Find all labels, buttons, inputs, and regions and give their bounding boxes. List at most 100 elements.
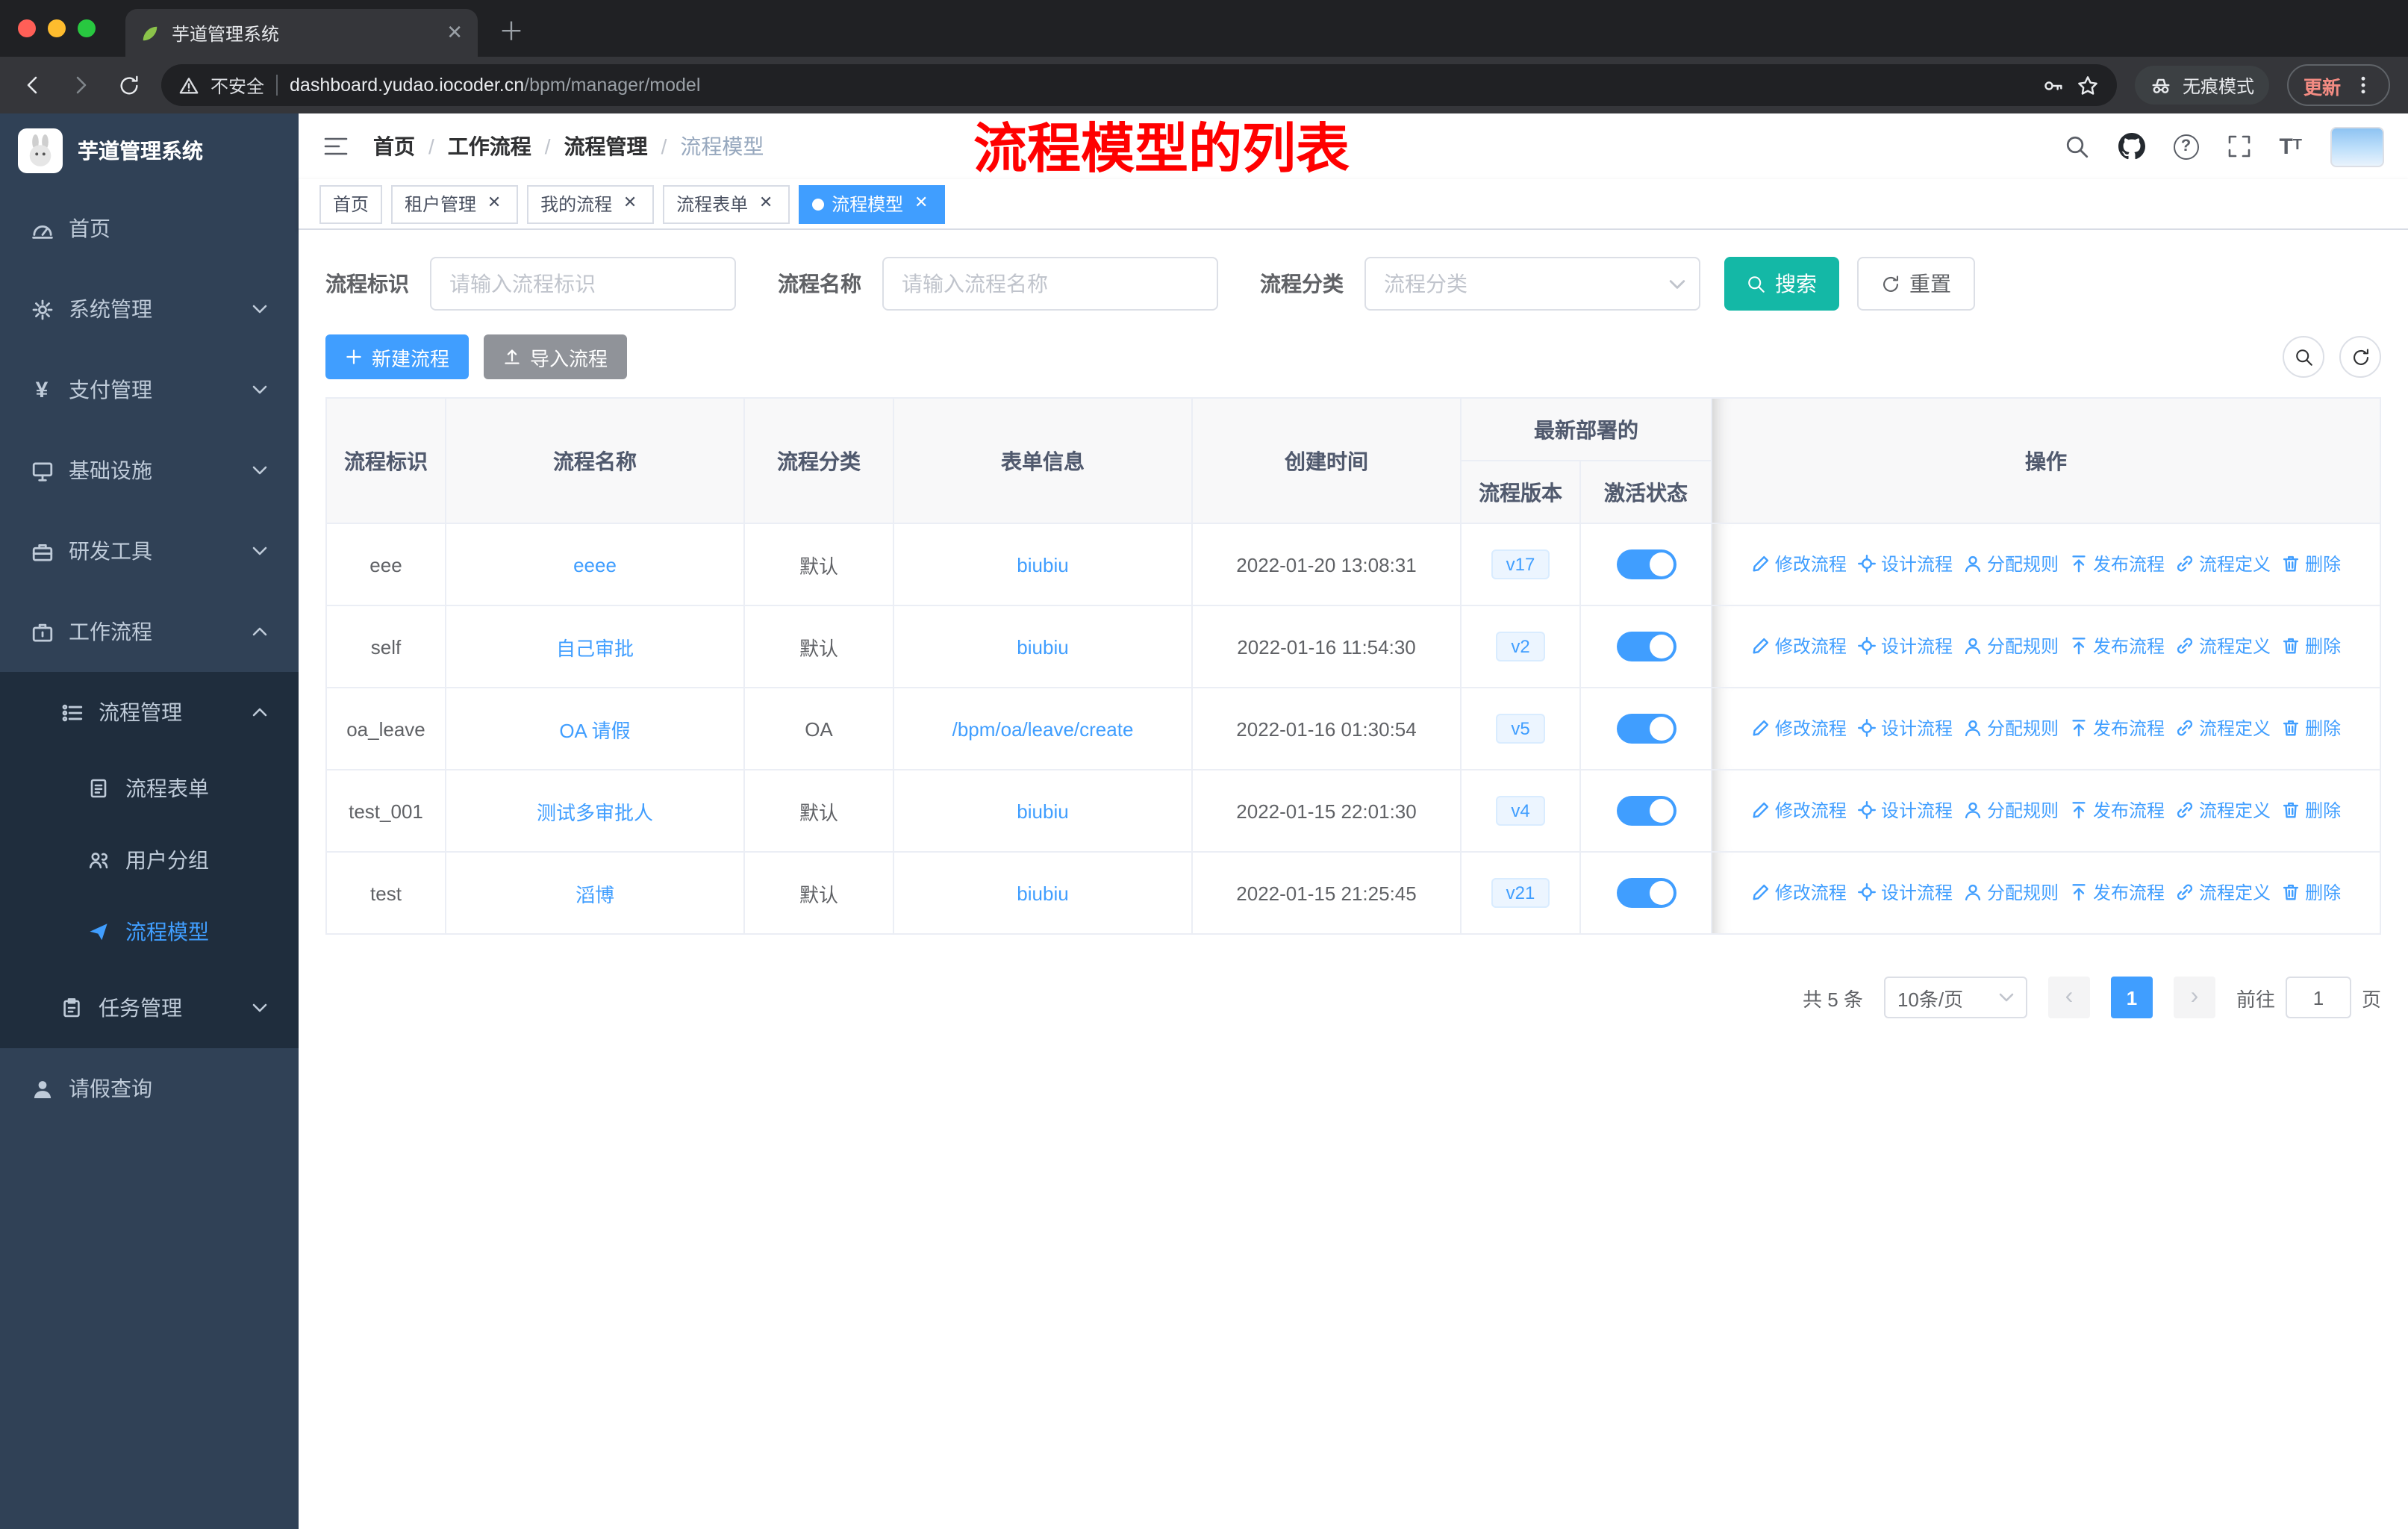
- modify-process-link[interactable]: 修改流程: [1751, 715, 1847, 741]
- browser-tab[interactable]: 芋道管理系统 ✕: [125, 9, 478, 57]
- publish-process-link[interactable]: 发布流程: [2069, 633, 2165, 658]
- avatar[interactable]: [2330, 126, 2384, 166]
- reset-button[interactable]: 重置: [1857, 257, 1975, 311]
- modify-process-link[interactable]: 修改流程: [1751, 797, 1847, 823]
- address-bar[interactable]: 不安全 dashboard.yudao.iocoder.cn/bpm/manag…: [161, 64, 2117, 106]
- publish-process-link[interactable]: 发布流程: [2069, 797, 2165, 823]
- tab-close-icon[interactable]: ✕: [446, 21, 463, 45]
- close-window-button[interactable]: [18, 19, 36, 37]
- sidebar-item-process-form[interactable]: 流程表单: [0, 753, 299, 824]
- publish-process-link[interactable]: 发布流程: [2069, 551, 2165, 576]
- github-icon[interactable]: [2118, 133, 2145, 160]
- sidebar-item-devtools[interactable]: 研发工具: [0, 511, 299, 591]
- design-process-link[interactable]: 设计流程: [1857, 879, 1953, 905]
- reload-icon[interactable]: [113, 70, 143, 100]
- sidebar-item-user-group[interactable]: 用户分组: [0, 824, 299, 896]
- sidebar-item-home[interactable]: 首页: [0, 188, 299, 269]
- process-name-link[interactable]: 自己审批: [556, 637, 634, 659]
- close-icon[interactable]: ✕: [755, 193, 776, 214]
- design-process-link[interactable]: 设计流程: [1857, 551, 1953, 576]
- sidebar-item-payment[interactable]: ¥ 支付管理: [0, 349, 299, 430]
- delete-process-link[interactable]: 删除: [2281, 879, 2341, 905]
- process-name-link[interactable]: 测试多审批人: [537, 801, 653, 823]
- process-name-link[interactable]: eeee: [573, 553, 617, 576]
- toggle-search-button[interactable]: [2283, 336, 2324, 378]
- form-info-link[interactable]: biubiu: [1017, 553, 1068, 576]
- zoom-window-button[interactable]: [78, 19, 96, 37]
- sidebar-item-system[interactable]: 系统管理: [0, 269, 299, 349]
- tag-process-model[interactable]: 流程模型 ✕: [799, 184, 946, 223]
- forward-icon[interactable]: [66, 70, 96, 100]
- tag-home[interactable]: 首页: [319, 184, 383, 223]
- active-status-toggle[interactable]: [1616, 549, 1676, 579]
- process-category-select[interactable]: [1364, 257, 1700, 311]
- assign-rule-link[interactable]: 分配规则: [1963, 551, 2059, 576]
- process-definition-link[interactable]: 流程定义: [2175, 879, 2271, 905]
- search-button[interactable]: 搜索: [1724, 257, 1839, 311]
- assign-rule-link[interactable]: 分配规则: [1963, 633, 2059, 658]
- active-status-toggle[interactable]: [1616, 878, 1676, 908]
- sidebar-item-task-management[interactable]: 任务管理: [0, 968, 299, 1048]
- form-info-link[interactable]: biubiu: [1017, 635, 1068, 658]
- close-icon[interactable]: ✕: [911, 193, 932, 214]
- fullscreen-icon[interactable]: [2227, 134, 2251, 158]
- process-definition-link[interactable]: 流程定义: [2175, 551, 2271, 576]
- back-icon[interactable]: [18, 70, 48, 100]
- close-icon[interactable]: ✕: [484, 193, 505, 214]
- form-info-link[interactable]: /bpm/oa/leave/create: [952, 717, 1134, 740]
- sidebar-item-leave-query[interactable]: 请假查询: [0, 1048, 299, 1129]
- publish-process-link[interactable]: 发布流程: [2069, 715, 2165, 741]
- prev-page-button[interactable]: ‹: [2047, 977, 2090, 1018]
- sidebar-item-infrastructure[interactable]: 基础设施: [0, 430, 299, 511]
- assign-rule-link[interactable]: 分配规则: [1963, 797, 2059, 823]
- sidebar-item-workflow[interactable]: 工作流程: [0, 591, 299, 672]
- modify-process-link[interactable]: 修改流程: [1751, 633, 1847, 658]
- process-name-link[interactable]: 滔博: [576, 883, 614, 906]
- update-button[interactable]: 更新: [2286, 64, 2390, 106]
- key-icon[interactable]: [2042, 74, 2065, 96]
- process-name-link[interactable]: OA 请假: [559, 719, 630, 741]
- process-key-input[interactable]: [430, 257, 736, 311]
- active-status-toggle[interactable]: [1616, 714, 1676, 744]
- assign-rule-link[interactable]: 分配规则: [1963, 879, 2059, 905]
- search-icon[interactable]: [2064, 134, 2089, 159]
- process-definition-link[interactable]: 流程定义: [2175, 797, 2271, 823]
- form-info-link[interactable]: biubiu: [1017, 800, 1068, 822]
- tag-process-form[interactable]: 流程表单 ✕: [663, 184, 790, 223]
- help-icon[interactable]: ?: [2173, 134, 2199, 159]
- active-status-toggle[interactable]: [1616, 796, 1676, 826]
- active-status-toggle[interactable]: [1616, 632, 1676, 661]
- breadcrumb-workflow[interactable]: 工作流程: [448, 131, 531, 161]
- assign-rule-link[interactable]: 分配规则: [1963, 715, 2059, 741]
- import-process-button[interactable]: 导入流程: [484, 334, 628, 379]
- browser-menu-icon[interactable]: [2353, 75, 2374, 96]
- process-definition-link[interactable]: 流程定义: [2175, 715, 2271, 741]
- delete-process-link[interactable]: 删除: [2281, 715, 2341, 741]
- page-size-select[interactable]: 10条/页: [1883, 977, 2027, 1018]
- bookmark-star-icon[interactable]: [2077, 74, 2099, 96]
- design-process-link[interactable]: 设计流程: [1857, 715, 1953, 741]
- current-page-button[interactable]: 1: [2110, 977, 2153, 1018]
- font-size-icon[interactable]: TT: [2279, 135, 2302, 158]
- tag-tenant-management[interactable]: 租户管理 ✕: [391, 184, 519, 223]
- close-icon[interactable]: ✕: [620, 193, 640, 214]
- tag-my-process[interactable]: 我的流程 ✕: [527, 184, 655, 223]
- delete-process-link[interactable]: 删除: [2281, 797, 2341, 823]
- delete-process-link[interactable]: 删除: [2281, 633, 2341, 658]
- design-process-link[interactable]: 设计流程: [1857, 633, 1953, 658]
- publish-process-link[interactable]: 发布流程: [2069, 879, 2165, 905]
- sidebar-item-process-model[interactable]: 流程模型: [0, 896, 299, 968]
- process-definition-link[interactable]: 流程定义: [2175, 633, 2271, 658]
- process-name-input[interactable]: [882, 257, 1218, 311]
- minimize-window-button[interactable]: [48, 19, 66, 37]
- modify-process-link[interactable]: 修改流程: [1751, 551, 1847, 576]
- hamburger-icon[interactable]: [322, 134, 349, 158]
- delete-process-link[interactable]: 删除: [2281, 551, 2341, 576]
- create-process-button[interactable]: 新建流程: [325, 334, 470, 379]
- breadcrumb-process-management[interactable]: 流程管理: [564, 131, 648, 161]
- sidebar-item-process-management[interactable]: 流程管理: [0, 672, 299, 753]
- design-process-link[interactable]: 设计流程: [1857, 797, 1953, 823]
- goto-page-input[interactable]: [2285, 977, 2351, 1018]
- breadcrumb-home[interactable]: 首页: [373, 131, 415, 161]
- next-page-button[interactable]: ›: [2173, 977, 2215, 1018]
